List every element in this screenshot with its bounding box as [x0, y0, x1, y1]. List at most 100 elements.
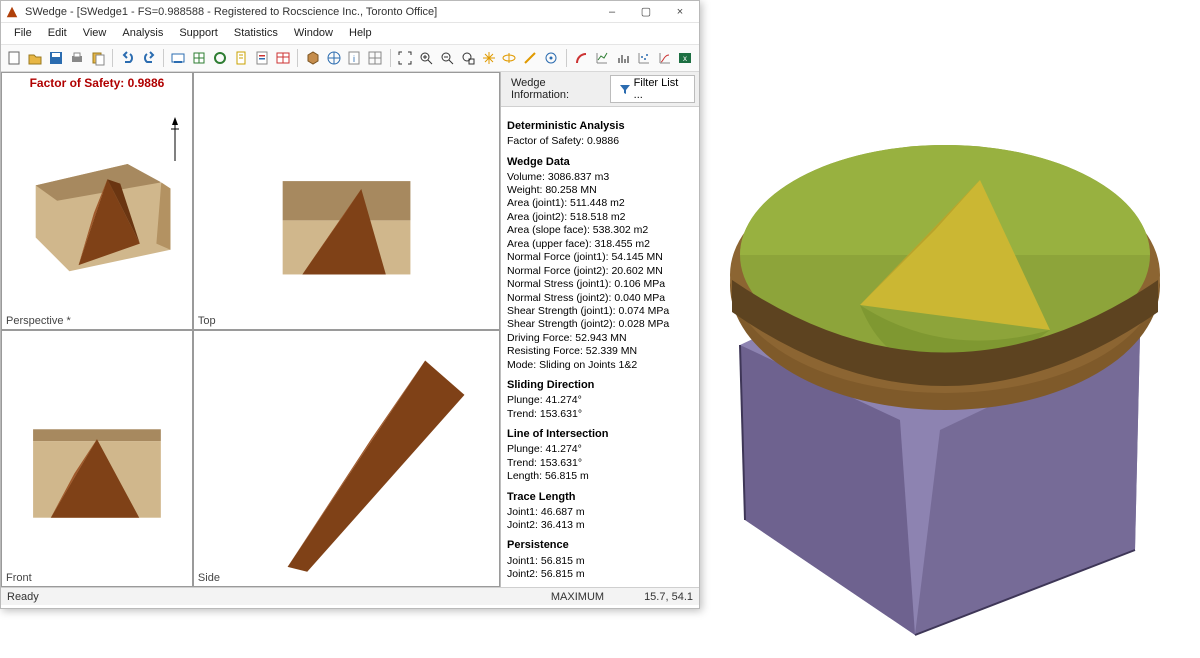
menu-help[interactable]: Help	[342, 25, 379, 41]
lineint-row: Trend: 153.631°	[507, 457, 693, 470]
wedge-row: Normal Stress (joint1): 0.106 MPa	[507, 278, 693, 291]
window-controls: – ▢ ×	[597, 3, 695, 21]
viewport-perspective-label: Perspective *	[6, 315, 71, 327]
toolbar-separator	[163, 49, 164, 67]
scatter-button[interactable]	[634, 48, 653, 68]
copy-button[interactable]	[89, 48, 108, 68]
trace-row: Joint2: 36.413 m	[507, 519, 693, 532]
view-3d-button[interactable]	[303, 48, 322, 68]
lineint-row: Length: 56.815 m	[507, 470, 693, 483]
zoom-in-button[interactable]	[417, 48, 436, 68]
save-button[interactable]	[47, 48, 66, 68]
deterministic-heading: Deterministic Analysis	[507, 119, 693, 133]
toolbar-separator	[297, 49, 298, 67]
client-area: Top Factor of Safety: 0.9886	[1, 72, 699, 587]
toolbar: i x	[1, 45, 699, 72]
wedge-row: Normal Stress (joint2): 0.040 MPa	[507, 292, 693, 305]
chart1-button[interactable]	[592, 48, 611, 68]
pan-button[interactable]	[479, 48, 498, 68]
wedge-row: Volume: 3086.837 m3	[507, 171, 693, 184]
wedge-row: Area (upper face): 318.455 m2	[507, 238, 693, 251]
stereonet-plot-button[interactable]	[572, 48, 591, 68]
rotate-button[interactable]	[500, 48, 519, 68]
viewport-front[interactable]: Front	[1, 330, 193, 588]
filter-list-button-label: Filter List ...	[634, 77, 686, 101]
zoom-extents-button[interactable]	[396, 48, 415, 68]
wedge-row: Normal Force (joint2): 20.602 MN	[507, 265, 693, 278]
front-view-render-icon	[2, 331, 192, 587]
wedge-heading: Wedge Data	[507, 155, 693, 169]
viewport-perspective[interactable]: Factor of Safety: 0.9886	[1, 72, 193, 330]
wedge-row: Normal Force (joint1): 54.145 MN	[507, 251, 693, 264]
menu-edit[interactable]: Edit	[41, 25, 74, 41]
menu-statistics[interactable]: Statistics	[227, 25, 285, 41]
toolbar-separator	[112, 49, 113, 67]
factor-of-safety-header: Factor of Safety: 0.9886	[30, 76, 165, 90]
cumulative-button[interactable]	[655, 48, 674, 68]
trace-heading: Trace Length	[507, 490, 693, 504]
analysis-button[interactable]	[211, 48, 230, 68]
input-data-button[interactable]	[190, 48, 209, 68]
measure-button[interactable]	[521, 48, 540, 68]
wedge-row: Area (joint1): 511.448 m2	[507, 197, 693, 210]
titlebar[interactable]: SWedge - [SWedge1 - FS=0.988588 - Regist…	[1, 1, 699, 23]
viewport-top-label: Top	[198, 315, 216, 327]
compute-button[interactable]	[169, 48, 188, 68]
sliding-row: Trend: 153.631°	[507, 408, 693, 421]
fos-value: Factor of Safety: 0.9886	[507, 135, 693, 148]
compass-icon	[166, 115, 184, 163]
new-button[interactable]	[5, 48, 24, 68]
trace-row: Joint1: 46.687 m	[507, 506, 693, 519]
lineint-row: Plunge: 41.274°	[507, 443, 693, 456]
filter-icon	[619, 83, 630, 95]
undo-button[interactable]	[118, 48, 137, 68]
app-icon	[5, 5, 19, 19]
close-button[interactable]: ×	[665, 3, 695, 21]
persist-heading: Persistence	[507, 538, 693, 552]
four-viewports: Top Factor of Safety: 0.9886	[1, 72, 500, 587]
menu-support[interactable]: Support	[172, 25, 225, 41]
wedge-row: Mode: Sliding on Joints 1&2	[507, 359, 693, 372]
maximize-button[interactable]: ▢	[631, 3, 661, 21]
settings-button[interactable]	[232, 48, 251, 68]
zoom-out-button[interactable]	[437, 48, 456, 68]
redo-button[interactable]	[139, 48, 158, 68]
wedge-row: Driving Force: 52.943 MN	[507, 332, 693, 345]
right-panel: Wedge Information: Filter List ... Deter…	[501, 72, 699, 587]
menubar: File Edit View Analysis Support Statisti…	[1, 23, 699, 45]
zoom-window-button[interactable]	[458, 48, 477, 68]
wedge-info-label: Wedge Information:	[505, 77, 606, 101]
toolbar-separator	[390, 49, 391, 67]
print-button[interactable]	[68, 48, 87, 68]
minimize-button[interactable]: –	[597, 3, 627, 21]
info-body[interactable]: Deterministic Analysis Factor of Safety:…	[501, 107, 699, 587]
menu-view[interactable]: View	[76, 25, 114, 41]
viewport-top[interactable]: Top	[193, 72, 500, 330]
info-button[interactable]: i	[345, 48, 364, 68]
svg-text:i: i	[353, 54, 355, 64]
side-view-render-icon	[194, 331, 499, 587]
window-title: SWedge - [SWedge1 - FS=0.988588 - Regist…	[25, 6, 597, 18]
grid-button[interactable]	[366, 48, 385, 68]
wedge-row: Shear Strength (joint2): 0.028 MPa	[507, 318, 693, 331]
menu-analysis[interactable]: Analysis	[115, 25, 170, 41]
persist-row: Joint2: 56.815 m	[507, 568, 693, 581]
wedge-row: Area (joint2): 518.518 m2	[507, 211, 693, 224]
report-button[interactable]	[253, 48, 272, 68]
viewport-side[interactable]: Side	[193, 330, 500, 588]
open-button[interactable]	[26, 48, 45, 68]
options-button[interactable]	[542, 48, 561, 68]
external-3d-render	[680, 30, 1200, 650]
menu-window[interactable]: Window	[287, 25, 340, 41]
perspective-view-render-icon	[2, 73, 192, 329]
status-ready: Ready	[7, 591, 39, 603]
wedge-row: Area (slope face): 538.302 m2	[507, 224, 693, 237]
table-button[interactable]	[273, 48, 292, 68]
stereonet-button[interactable]	[324, 48, 343, 68]
wedge-row: Resisting Force: 52.339 MN	[507, 345, 693, 358]
sliding-row: Plunge: 41.274°	[507, 394, 693, 407]
toolbar-separator	[566, 49, 567, 67]
menu-file[interactable]: File	[7, 25, 39, 41]
histogram-button[interactable]	[613, 48, 632, 68]
views-container: Top Factor of Safety: 0.9886	[1, 72, 501, 587]
